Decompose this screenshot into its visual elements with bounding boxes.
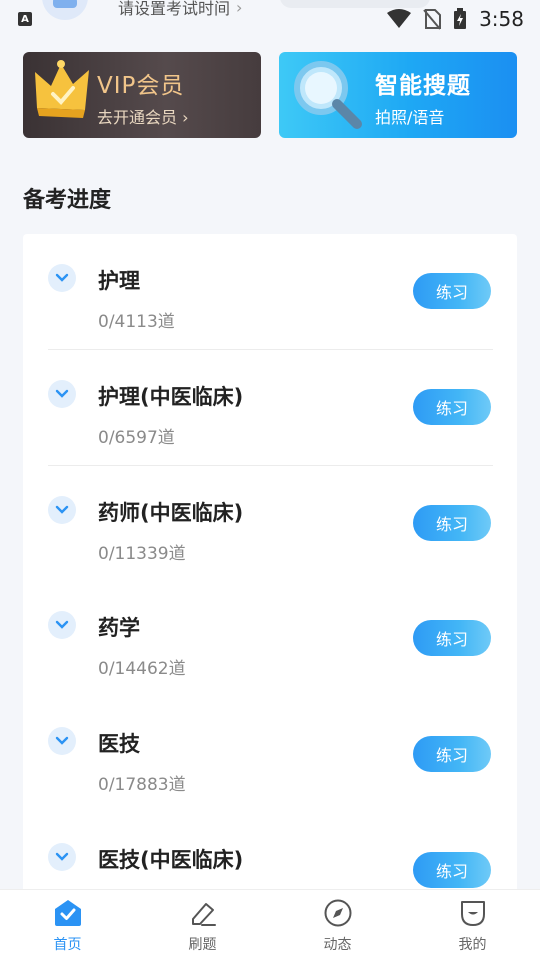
subject-name: 护理 — [98, 269, 140, 293]
practice-button[interactable]: 练习 — [413, 736, 491, 772]
practice-button[interactable]: 练习 — [413, 852, 491, 888]
subject-count: 0/4113道 — [98, 312, 175, 332]
list-item: 护理 0/4113道 练习 — [23, 234, 517, 350]
status-right: 3:58 — [387, 7, 524, 31]
avatar[interactable] — [42, 0, 88, 20]
search-title: 智能搜题 — [375, 73, 471, 99]
chevron-down-icon — [55, 852, 69, 861]
nav-home-label: 首页 — [53, 937, 82, 953]
subject-count: 0/17883道 — [98, 775, 186, 795]
vip-subtitle: 去开通会员 › — [97, 108, 189, 127]
pencil-icon — [191, 903, 216, 926]
nav-home[interactable]: 首页 — [0, 890, 135, 960]
nav-practice-label: 刷题 — [188, 937, 217, 953]
subject-name: 医技 — [98, 732, 140, 756]
expand-button[interactable] — [48, 843, 76, 871]
list-item: 药学 0/14462道 练习 — [23, 581, 517, 697]
expand-button[interactable] — [48, 611, 76, 639]
nav-practice[interactable]: 刷题 — [135, 890, 270, 960]
search-subtitle: 拍照/语音 — [375, 108, 445, 127]
no-sim-icon — [423, 8, 442, 30]
vip-card[interactable]: VIP会员 去开通会员 › — [23, 52, 261, 138]
chevron-right-icon: › — [236, 0, 243, 17]
subject-name: 护理(中医临床) — [98, 385, 244, 409]
chevron-down-icon — [55, 389, 69, 398]
clock: 3:58 — [479, 7, 524, 31]
practice-button[interactable]: 练习 — [413, 273, 491, 309]
expand-button[interactable] — [48, 496, 76, 524]
subject-name: 医技(中医临床) — [98, 848, 244, 872]
wifi-icon — [387, 9, 412, 29]
compass-icon — [324, 899, 351, 927]
exam-time-label: 请设置考试时间 — [118, 0, 231, 18]
status-bar: A 请设置考试时间 › 3:58 — [0, 0, 540, 38]
home-icon — [54, 900, 81, 926]
nav-profile[interactable]: 我的 — [405, 890, 540, 960]
chevron-down-icon — [55, 505, 69, 514]
expand-button[interactable] — [48, 727, 76, 755]
list-item: 药师(中医临床) 0/11339道 练习 — [23, 466, 517, 582]
nav-feed-label: 动态 — [323, 937, 352, 953]
system-notification-icon: A — [18, 12, 32, 26]
practice-button[interactable]: 练习 — [413, 389, 491, 425]
promo-row: VIP会员 去开通会员 › 智能搜题 拍照/语音 — [23, 52, 517, 138]
section-title: 备考进度 — [23, 188, 112, 213]
progress-list: 护理 0/4113道 练习 护理(中医临床) 0/6597道 练习 药师(中医临… — [23, 234, 517, 894]
status-pill — [280, 0, 430, 8]
nav-profile-label: 我的 — [458, 937, 487, 953]
subject-name: 药师(中医临床) — [98, 501, 244, 525]
chevron-down-icon — [55, 620, 69, 629]
magnifier-icon — [287, 56, 367, 138]
smart-search-card[interactable]: 智能搜题 拍照/语音 — [279, 52, 517, 138]
battery-charging-icon — [453, 8, 467, 30]
chevron-down-icon — [55, 736, 69, 745]
subject-name: 药学 — [98, 616, 140, 640]
practice-button[interactable]: 练习 — [413, 505, 491, 541]
profile-icon — [460, 901, 485, 926]
subject-count: 0/11339道 — [98, 544, 186, 564]
nav-feed[interactable]: 动态 — [270, 890, 405, 960]
status-left: A 请设置考试时间 › — [18, 0, 242, 42]
chevron-down-icon — [55, 273, 69, 282]
exam-time-link[interactable]: 请设置考试时间 › — [118, 0, 242, 19]
list-item: 医技 0/17883道 练习 — [23, 697, 517, 813]
crown-icon — [31, 58, 93, 128]
bottom-nav: 首页 刷题 动态 我的 — [0, 889, 540, 960]
subject-count: 0/6597道 — [98, 428, 175, 448]
list-item: 护理(中医临床) 0/6597道 练习 — [23, 350, 517, 466]
list-item: 医技(中医临床) 练习 — [23, 813, 517, 894]
expand-button[interactable] — [48, 264, 76, 292]
expand-button[interactable] — [48, 380, 76, 408]
vip-title: VIP会员 — [97, 73, 185, 99]
subject-count: 0/14462道 — [98, 659, 186, 679]
practice-button[interactable]: 练习 — [413, 620, 491, 656]
